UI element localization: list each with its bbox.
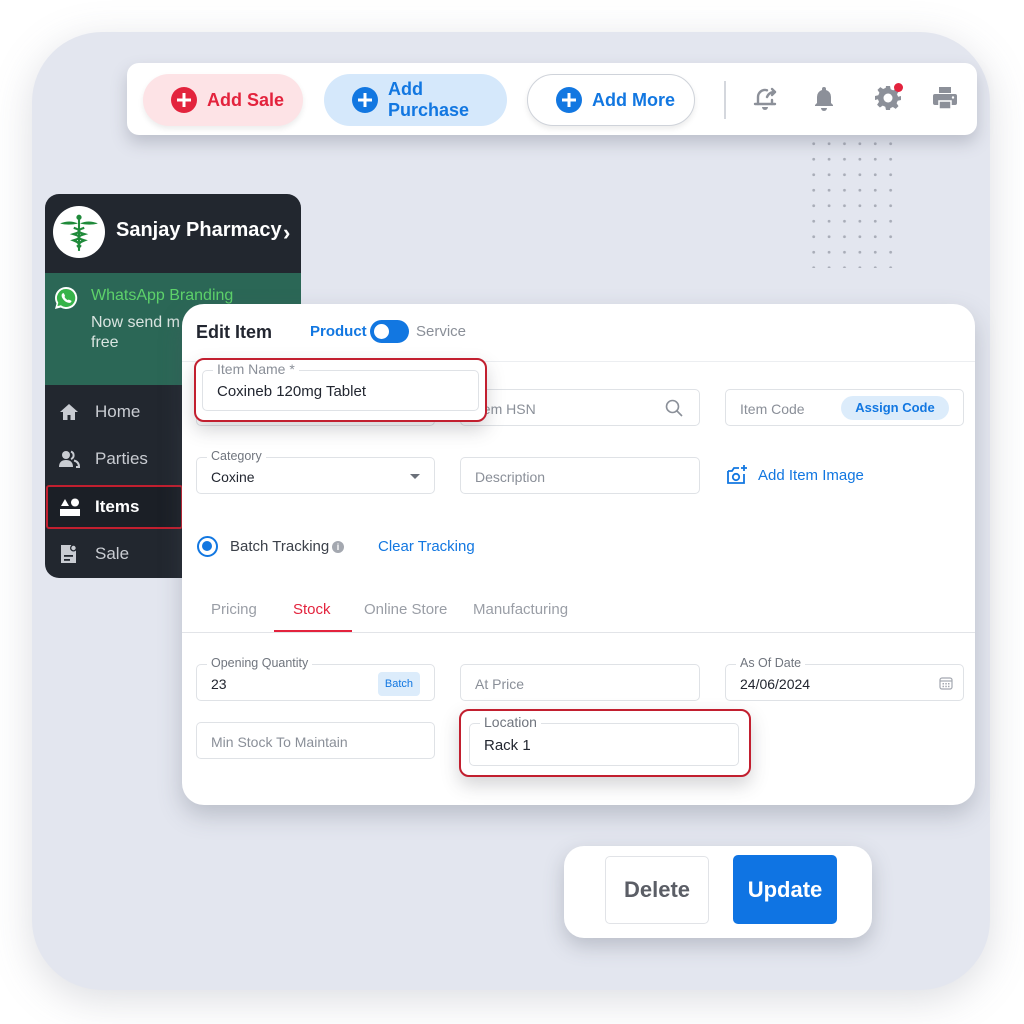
- category-label: Category: [207, 449, 266, 463]
- item-hsn-field[interactable]: Item HSN: [460, 389, 700, 426]
- as-of-date-label: As Of Date: [736, 656, 806, 670]
- whatsapp-icon: [55, 286, 78, 309]
- sidebar-item-label: Sale: [95, 544, 130, 563]
- sidebar-item-items[interactable]: Items: [46, 485, 183, 529]
- search-icon[interactable]: [665, 399, 683, 417]
- pharmacy-logo: [53, 206, 105, 258]
- at-price-placeholder: At Price: [475, 676, 525, 692]
- sidebar-item-parties[interactable]: Parties: [45, 437, 183, 481]
- assign-code-button[interactable]: Assign Code: [841, 396, 949, 420]
- category-value: Coxine: [211, 469, 255, 485]
- update-button[interactable]: Update: [733, 855, 837, 924]
- edit-item-card: Edit Item Product Service Item HSN Item …: [182, 304, 975, 805]
- sidebar-item-label: Items: [95, 497, 140, 516]
- tab-online-store[interactable]: Online Store: [364, 601, 447, 618]
- batch-button[interactable]: Batch: [378, 672, 420, 696]
- opening-quantity-field[interactable]: Opening Quantity 23 Batch: [196, 656, 435, 701]
- toolbar-divider: [724, 81, 726, 119]
- item-name-label: Item Name *: [213, 362, 299, 376]
- plus-circle-icon: [171, 87, 197, 113]
- info-icon[interactable]: i: [332, 541, 344, 553]
- printer-icon[interactable]: [930, 83, 960, 113]
- chevron-right-icon: ›: [283, 220, 291, 245]
- opening-quantity-label: Opening Quantity: [207, 656, 313, 670]
- product-service-toggle[interactable]: [370, 320, 409, 343]
- location-label: Location: [480, 715, 541, 729]
- tab-pricing[interactable]: Pricing: [211, 601, 257, 618]
- plus-circle-icon: [352, 87, 378, 113]
- add-purchase-label: Add Purchase: [388, 79, 470, 120]
- min-stock-placeholder: Min Stock To Maintain: [211, 734, 348, 750]
- home-icon: [60, 404, 78, 420]
- add-more-button[interactable]: Add More: [527, 74, 695, 126]
- item-code-field[interactable]: Item Code Assign Code: [725, 389, 964, 426]
- add-photo-icon: [727, 465, 747, 484]
- min-stock-field[interactable]: Min Stock To Maintain: [196, 722, 435, 759]
- dropdown-caret-icon: [410, 474, 420, 479]
- items-shapes-icon: [60, 498, 80, 516]
- active-tab-indicator: [274, 630, 352, 632]
- decorative-dot-grid: [806, 136, 898, 268]
- batch-tracking-radio[interactable]: [197, 536, 218, 557]
- sidebar-item-sale[interactable]: Sale: [45, 532, 183, 576]
- description-field[interactable]: Description: [460, 457, 700, 494]
- at-price-field[interactable]: At Price: [460, 664, 700, 701]
- notification-dot: [894, 83, 903, 92]
- sidebar-item-label: Parties: [95, 449, 148, 468]
- location-highlight: Location Rack 1: [459, 709, 751, 777]
- add-item-image-button[interactable]: Add Item Image: [726, 464, 864, 486]
- add-sale-label: Add Sale: [207, 89, 285, 110]
- batch-tracking-label: Batch Tracking: [230, 538, 330, 555]
- item-code-placeholder: Item Code: [740, 401, 805, 417]
- location-value: Rack 1: [484, 737, 531, 754]
- as-of-date-field[interactable]: As Of Date 24/06/2024: [725, 656, 964, 701]
- top-toolbar: Add Sale Add Purchase Add More: [127, 63, 977, 135]
- add-purchase-button[interactable]: Add Purchase: [324, 74, 507, 126]
- business-name: Sanjay Pharmacy: [116, 219, 282, 241]
- opening-quantity-value: 23: [211, 676, 227, 692]
- reminder-bell-icon[interactable]: [750, 83, 780, 113]
- location-field[interactable]: Location Rack 1: [469, 715, 739, 766]
- sidebar-item-label: Home: [95, 402, 141, 421]
- delete-button[interactable]: Delete: [605, 856, 709, 924]
- toggle-knob: [374, 324, 389, 339]
- clear-tracking-link[interactable]: Clear Tracking: [378, 538, 475, 555]
- toggle-label-service[interactable]: Service: [416, 323, 466, 340]
- action-bar: Delete Update: [564, 846, 872, 938]
- item-name-highlight: Item Name * Coxineb 120mg Tablet: [194, 358, 487, 422]
- calendar-icon[interactable]: [939, 676, 953, 690]
- add-sale-button[interactable]: Add Sale: [143, 74, 303, 126]
- plus-circle-icon: [556, 87, 582, 113]
- page-title: Edit Item: [196, 322, 273, 342]
- toggle-label-product[interactable]: Product: [310, 323, 367, 340]
- business-switcher[interactable]: Sanjay Pharmacy ›: [45, 194, 301, 270]
- tab-manufacturing[interactable]: Manufacturing: [473, 601, 568, 618]
- sale-document-icon: [61, 544, 77, 563]
- tab-stock[interactable]: Stock: [293, 601, 331, 618]
- item-name-field[interactable]: Item Name * Coxineb 120mg Tablet: [202, 362, 479, 411]
- category-select[interactable]: Category Coxine: [196, 449, 435, 494]
- as-of-date-value: 24/06/2024: [740, 676, 811, 692]
- add-item-image-label: Add Item Image: [758, 466, 864, 484]
- notification-bell-icon[interactable]: [809, 83, 839, 113]
- settings-gear-icon[interactable]: [873, 83, 903, 113]
- users-icon: [59, 450, 80, 468]
- item-tabs: Pricing Stock Online Store Manufacturing: [182, 590, 975, 633]
- description-placeholder: Description: [475, 469, 546, 485]
- whatsapp-title: WhatsApp Branding: [91, 287, 234, 304]
- sidebar-item-home[interactable]: Home: [45, 390, 183, 434]
- item-name-value: Coxineb 120mg Tablet: [217, 383, 366, 400]
- add-more-label: Add More: [592, 89, 675, 110]
